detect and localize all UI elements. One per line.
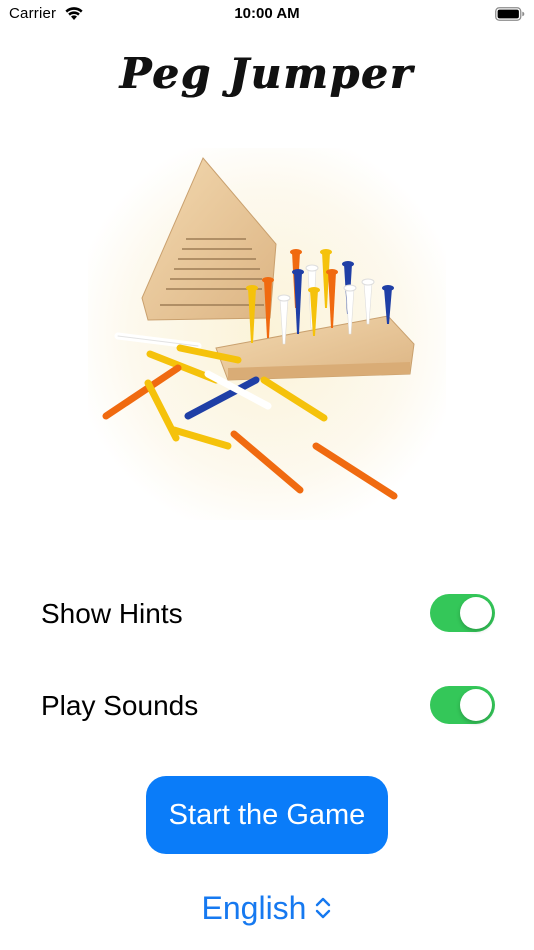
language-label: English: [201, 889, 307, 926]
show-hints-label: Show Hints: [41, 598, 183, 629]
start-game-button[interactable]: Start the Game: [146, 776, 388, 854]
toggle-knob: [460, 689, 492, 721]
chevron-up-down-icon: [316, 897, 331, 919]
toggle-knob: [460, 597, 492, 629]
play-sounds-label: Play Sounds: [41, 690, 199, 721]
app-title: Peg Jumper: [119, 49, 415, 98]
peg-game-image: [88, 148, 446, 520]
show-hints-row: Show Hints: [41, 593, 495, 633]
show-hints-toggle[interactable]: [430, 594, 495, 632]
play-sounds-toggle[interactable]: [430, 686, 495, 724]
status-bar: Carrier 10:00 AM: [0, 0, 534, 30]
status-time: 10:00 AM: [234, 5, 300, 22]
language-picker[interactable]: English: [0, 888, 534, 928]
battery-icon: [495, 7, 525, 21]
play-sounds-row: Play Sounds: [41, 685, 495, 725]
